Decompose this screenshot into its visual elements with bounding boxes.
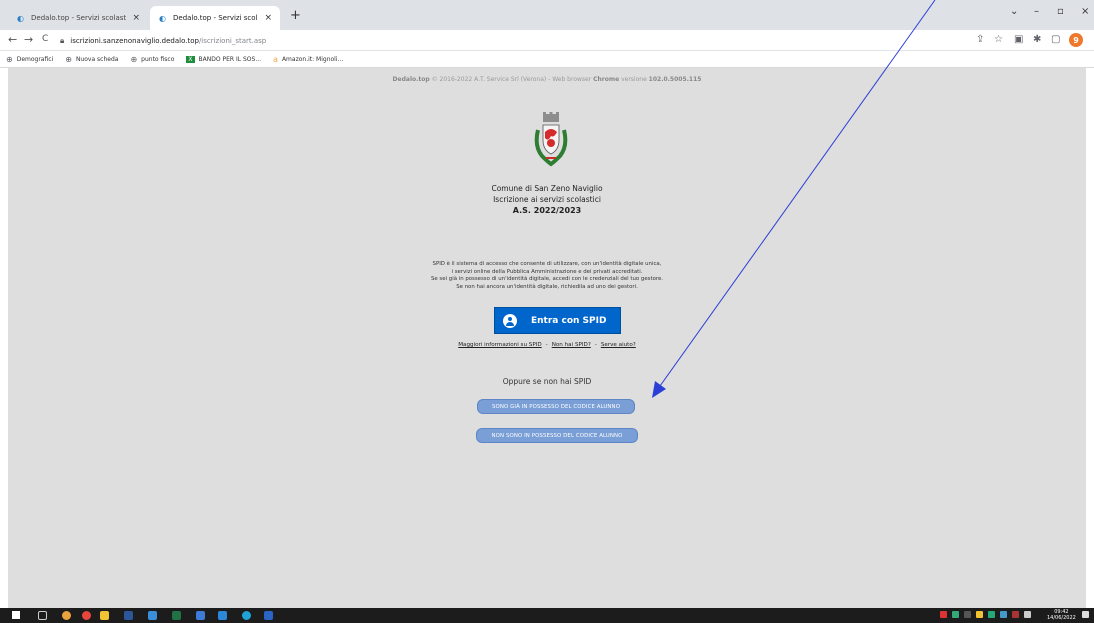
tab-title: Dedalo.top - Servizi scolastici — [173, 14, 258, 22]
service-name: Iscrizione ai servizi scolastici — [493, 195, 601, 204]
app-icon[interactable] — [196, 611, 205, 620]
bookmark-demografici[interactable]: ⊕ Demografici — [6, 55, 53, 64]
bookmark-star-icon[interactable]: ☆ — [994, 34, 1003, 45]
volume-icon[interactable] — [1024, 611, 1031, 618]
app-icon[interactable] — [62, 611, 71, 620]
spid-description-line: Se non hai ancora un'identità digitale, … — [456, 283, 638, 290]
excel-icon: X — [186, 55, 195, 63]
help-link[interactable]: Serve aiuto? — [601, 342, 636, 348]
no-student-code-button[interactable]: NON SONO IN POSSESSO DEL CODICE ALUNNO — [476, 428, 638, 443]
lock-icon: 🔒︎ — [60, 35, 65, 45]
notification-icon[interactable] — [1082, 611, 1089, 618]
page-viewport: Dedalo.top © 2016-2022 A.T. Service Srl … — [8, 68, 1086, 608]
school-year: A.S. 2022/2023 — [512, 206, 582, 215]
brand-name: Dedalo.top — [392, 76, 430, 83]
tab-inactive[interactable]: ◐ Dedalo.top - Servizi scolastici × — [8, 6, 148, 30]
url-bar[interactable]: 🔒︎ iscrizioni.sanzenonaviglio.dedalo.top… — [60, 32, 1000, 49]
maximize-button[interactable]: ▫ — [1057, 6, 1064, 17]
spid-login-label: Entra con SPID — [531, 315, 607, 326]
side-panel-icon[interactable]: ▢ — [1051, 34, 1060, 45]
tray-icon[interactable] — [1012, 611, 1019, 618]
taskbar-clock[interactable]: 09:42 14/06/2022 — [1047, 609, 1076, 621]
back-button[interactable]: ← — [8, 33, 17, 46]
tab-search-icon[interactable]: ⌄ — [1010, 6, 1018, 17]
amazon-icon: a — [273, 54, 278, 64]
forward-button[interactable]: → — [24, 33, 33, 46]
bookmark-punto-fisco[interactable]: ⊕ punto fisco — [130, 55, 174, 64]
tab-title: Dedalo.top - Servizi scolastici — [31, 14, 127, 22]
bookmark-label: Nuova scheda — [75, 55, 119, 63]
site-credits: Dedalo.top © 2016-2022 A.T. Service Srl … — [8, 76, 1086, 83]
puzzle-icon[interactable]: ✱ — [1033, 34, 1041, 45]
municipality-name: Comune di San Zeno Naviglio — [491, 184, 603, 193]
page-heading: Comune di San Zeno Naviglio Iscrizione a… — [8, 183, 1086, 216]
edge-icon[interactable] — [242, 611, 251, 620]
outlook-icon[interactable] — [264, 611, 273, 620]
spid-login-button[interactable]: Entra con SPID — [494, 307, 621, 334]
share-icon[interactable]: ⇪ — [976, 34, 984, 45]
reload-button[interactable]: C — [42, 34, 48, 44]
spid-description-line: i servizi online della Pubblica Amminist… — [451, 268, 643, 275]
tab-close-icon[interactable]: × — [132, 13, 140, 23]
tray-icon[interactable] — [940, 611, 947, 618]
extension-icon[interactable]: ▣ — [1014, 34, 1023, 45]
bookmark-bando[interactable]: X BANDO PER IL SOS... — [186, 55, 262, 63]
url-host: iscrizioni.sanzenonaviglio.dedalo.top — [70, 36, 199, 45]
link-separator: - — [545, 342, 548, 348]
bookmark-label: BANDO PER IL SOS... — [198, 55, 262, 63]
spid-description: SPID è il sistema di accesso che consent… — [8, 261, 1086, 291]
tray-icon[interactable] — [976, 611, 983, 618]
tab-close-icon[interactable]: × — [264, 13, 272, 23]
task-view-icon[interactable] — [38, 611, 47, 620]
tab-active[interactable]: ◐ Dedalo.top - Servizi scolastici × — [150, 6, 280, 30]
excel-icon[interactable] — [172, 611, 181, 620]
link-separator: - — [594, 342, 597, 348]
no-spid-link[interactable]: Non hai SPID? — [552, 342, 591, 348]
windows-start-icon[interactable] — [12, 611, 20, 619]
edge-legacy-icon[interactable] — [148, 611, 157, 620]
have-student-code-button[interactable]: SONO GIÀ IN POSSESSO DEL CODICE ALUNNO — [477, 399, 635, 414]
globe-icon: ⊕ — [6, 54, 13, 64]
windows-taskbar: 09:42 14/06/2022 — [0, 608, 1094, 623]
bookmarks-bar: ⊕ Demografici ⊕ Nuova scheda ⊕ punto fis… — [0, 51, 1094, 68]
browser-tab-strip: ◐ Dedalo.top - Servizi scolastici × ◐ De… — [0, 0, 1094, 30]
bookmark-amazon[interactable]: a Amazon.it: Mignoli... — [273, 55, 343, 64]
url-path: /iscrizioni_start.asp — [198, 36, 267, 45]
dedalo-favicon-icon: ◐ — [17, 13, 24, 23]
file-explorer-icon[interactable] — [100, 611, 109, 620]
bookmark-label: punto fisco — [141, 55, 175, 63]
address-bar-row: ← → C 🔒︎ iscrizioni.sanzenonaviglio.deda… — [0, 30, 1094, 51]
chrome-icon[interactable] — [82, 611, 91, 620]
spid-description-line: Se sei già in possesso di un'identità di… — [430, 276, 664, 282]
mail-icon[interactable] — [218, 611, 227, 620]
close-window-button[interactable]: × — [1081, 6, 1089, 17]
word-icon[interactable] — [124, 611, 133, 620]
globe-icon: ⊕ — [130, 54, 138, 64]
municipal-coat-of-arms-icon — [534, 112, 568, 167]
bookmark-nuova-scheda[interactable]: ⊕ Nuova scheda — [65, 55, 118, 64]
globe-icon: ⊕ — [65, 54, 72, 64]
browser-version: 102.0.5005.115 — [648, 76, 702, 83]
minimize-button[interactable]: – — [1034, 6, 1039, 17]
credits-text: © 2016-2022 A.T. Service Srl (Verona) - … — [429, 76, 594, 83]
tray-icon[interactable] — [964, 611, 971, 618]
dedalo-favicon-icon: ◐ — [159, 13, 166, 23]
profile-avatar[interactable]: 9 — [1069, 33, 1083, 47]
new-tab-button[interactable]: + — [290, 8, 301, 23]
version-label: versione — [619, 76, 649, 83]
spid-info-link[interactable]: Maggiori informazioni su SPID — [458, 342, 541, 348]
bookmark-label: Amazon.it: Mignoli... — [281, 55, 344, 63]
alternative-access-label: Oppure se non hai SPID — [502, 377, 592, 386]
bookmark-label: Demografici — [16, 55, 54, 63]
spid-description-line: SPID è il sistema di accesso che consent… — [432, 261, 662, 267]
tray-icon[interactable] — [988, 611, 995, 618]
spid-help-links: Maggiori informazioni su SPID - Non hai SP… — [8, 342, 1086, 348]
tray-icon[interactable] — [952, 611, 959, 618]
user-icon — [503, 313, 517, 328]
tray-icon[interactable] — [1000, 611, 1007, 618]
browser-name: Chrome — [593, 76, 620, 83]
clock-date: 14/06/2022 — [1047, 615, 1076, 621]
